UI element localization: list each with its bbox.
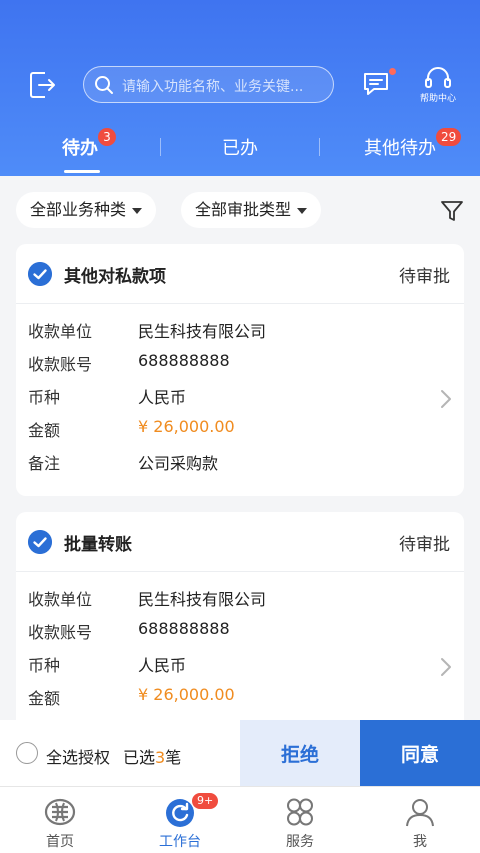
checked-icon[interactable] bbox=[28, 530, 52, 554]
selected-number: 3 bbox=[155, 748, 166, 767]
todo-tabs: 待办 3 已办 其他待办 29 bbox=[0, 124, 480, 176]
tab-divider bbox=[319, 138, 320, 156]
headset-icon bbox=[425, 67, 451, 88]
bottom-tab-bar: 首页 9+ 工作台 服务 我 bbox=[0, 786, 480, 853]
card-status: 待审批 bbox=[399, 535, 450, 555]
detail-key: 金额 bbox=[28, 421, 61, 440]
detail-value: 688888888 bbox=[138, 619, 230, 638]
detail-value: 民生科技有限公司 bbox=[138, 322, 267, 341]
amount-value: ¥ 26,000.00 bbox=[138, 417, 235, 436]
tab-other-todo-badge: 29 bbox=[436, 128, 462, 146]
tabbar-label: 首页 bbox=[46, 834, 74, 850]
tabbar-item-services[interactable]: 服务 bbox=[240, 787, 360, 853]
business-type-dropdown[interactable]: 全部业务种类 bbox=[16, 192, 157, 228]
tab-other-todo[interactable]: 其他待办 29 bbox=[364, 128, 462, 160]
search-input[interactable]: 请输入功能名称、业务关键... bbox=[83, 66, 334, 103]
card-status: 待审批 bbox=[399, 267, 450, 287]
header-toolbar: 请输入功能名称、业务关键... 帮助中心 bbox=[0, 64, 480, 106]
select-all-label[interactable]: 全选授权 bbox=[46, 744, 110, 768]
approval-card[interactable]: 其他对私款项 待审批 收款单位 民生科技有限公司 收款账号 688888888 … bbox=[16, 244, 464, 496]
tabbar-label: 服务 bbox=[286, 834, 314, 850]
tab-todo-label: 待办 bbox=[62, 138, 98, 159]
detail-key: 收款账号 bbox=[28, 623, 93, 642]
selected-suffix: 笔 bbox=[165, 748, 182, 767]
tab-done[interactable]: 已办 bbox=[222, 134, 258, 160]
card-title: 其他对私款项 bbox=[64, 267, 166, 287]
home-logo-icon bbox=[44, 798, 76, 826]
message-icon[interactable] bbox=[362, 70, 390, 98]
approval-type-dropdown[interactable]: 全部审批类型 bbox=[181, 192, 322, 228]
help-center-label: 帮助中心 bbox=[419, 94, 456, 104]
tab-other-todo-label: 其他待办 bbox=[364, 138, 436, 159]
reject-button[interactable]: 拒绝 bbox=[240, 720, 360, 786]
grid-icon bbox=[287, 798, 313, 826]
selected-prefix: 已选 bbox=[123, 748, 156, 767]
message-unread-dot bbox=[389, 68, 396, 75]
search-icon bbox=[95, 76, 113, 94]
tab-divider bbox=[160, 138, 161, 156]
filter-icon[interactable] bbox=[440, 199, 464, 223]
tabbar-label: 工作台 bbox=[159, 834, 201, 850]
detail-value: 人民币 bbox=[138, 656, 187, 675]
tabbar-label: 我 bbox=[413, 834, 427, 850]
user-icon bbox=[406, 799, 434, 827]
detail-value: 人民币 bbox=[138, 388, 187, 407]
select-all-radio[interactable] bbox=[16, 742, 38, 764]
checked-icon[interactable] bbox=[28, 262, 52, 286]
active-tab-indicator bbox=[64, 170, 100, 173]
help-center-button[interactable]: 帮助中心 bbox=[416, 66, 460, 106]
card-title: 批量转账 bbox=[64, 535, 132, 555]
batch-action-bar: 全选授权 已选3笔 拒绝 同意 bbox=[0, 720, 480, 786]
detail-key: 收款账号 bbox=[28, 355, 93, 374]
chevron-right-icon[interactable] bbox=[440, 389, 452, 409]
tab-todo-badge: 3 bbox=[98, 128, 116, 146]
exit-icon[interactable] bbox=[28, 70, 56, 100]
detail-key: 币种 bbox=[28, 656, 61, 675]
card-header: 其他对私款项 待审批 bbox=[16, 244, 464, 304]
detail-value: 民生科技有限公司 bbox=[138, 590, 267, 609]
search-placeholder: 请输入功能名称、业务关键... bbox=[122, 79, 304, 95]
caret-down-icon bbox=[132, 207, 143, 214]
business-type-label: 全部业务种类 bbox=[30, 200, 127, 219]
caret-down-icon bbox=[297, 207, 308, 214]
approval-type-label: 全部审批类型 bbox=[195, 200, 292, 219]
tab-done-label: 已办 bbox=[222, 138, 258, 159]
detail-key: 金额 bbox=[28, 689, 61, 708]
tab-todo[interactable]: 待办 3 bbox=[62, 128, 116, 160]
approval-card[interactable]: 批量转账 待审批 收款单位 民生科技有限公司 收款账号 688888888 币种… bbox=[16, 512, 464, 732]
tabbar-badge: 9+ bbox=[192, 793, 219, 809]
detail-key: 备注 bbox=[28, 454, 61, 473]
header: 请输入功能名称、业务关键... 帮助中心 待办 3 已办 其他待办 29 bbox=[0, 0, 480, 176]
chevron-right-icon[interactable] bbox=[440, 657, 452, 677]
detail-key: 收款单位 bbox=[28, 322, 93, 341]
agree-button[interactable]: 同意 bbox=[360, 720, 480, 786]
filter-bar: 全部业务种类 全部审批类型 bbox=[0, 192, 480, 228]
tabbar-item-me[interactable]: 我 bbox=[360, 787, 480, 853]
card-header: 批量转账 待审批 bbox=[16, 512, 464, 572]
tabbar-item-home[interactable]: 首页 bbox=[0, 787, 120, 853]
detail-value: 公司采购款 bbox=[138, 454, 219, 473]
detail-key: 收款单位 bbox=[28, 590, 93, 609]
selected-count: 已选3笔 bbox=[123, 744, 181, 768]
amount-value: ¥ 26,000.00 bbox=[138, 685, 235, 704]
detail-key: 币种 bbox=[28, 388, 61, 407]
tabbar-item-workbench[interactable]: 9+ 工作台 bbox=[120, 787, 240, 853]
detail-value: 688888888 bbox=[138, 351, 230, 370]
